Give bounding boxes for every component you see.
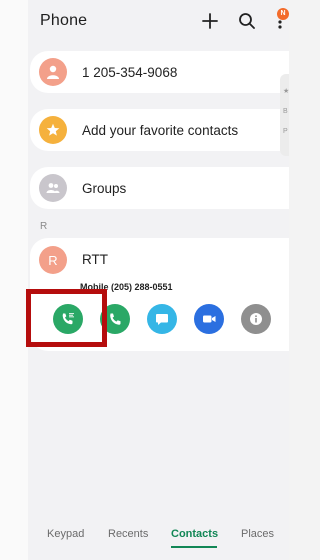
notification-badge: N: [277, 8, 289, 20]
tab-places[interactable]: Places: [241, 528, 274, 540]
tab-contacts[interactable]: Contacts: [171, 528, 218, 540]
contact-number-label: 1 205-354-9068: [82, 65, 178, 80]
star-icon: [46, 123, 60, 136]
groups-label: Groups: [82, 181, 127, 196]
side-panel-peek: ★ B P: [280, 74, 289, 156]
page-title: Phone: [40, 12, 88, 29]
info-icon: [250, 313, 262, 325]
tab-contacts-underline: [171, 546, 217, 548]
highlight-box: [26, 289, 107, 347]
add-icon[interactable]: [199, 10, 221, 32]
phone-app-panel: Phone N 1 205-354-9068 Add your favorite…: [26, 0, 289, 560]
bottom-navigation: Keypad Recents Contacts Places: [28, 528, 289, 552]
top-app-bar: Phone N: [28, 0, 289, 44]
favorites-label: Add your favorite contacts: [82, 123, 239, 138]
favorites-row[interactable]: Add your favorite contacts: [30, 109, 289, 151]
video-icon: [203, 315, 216, 323]
contact-name: RTT: [82, 252, 108, 267]
message-button[interactable]: [147, 304, 177, 334]
tab-keypad[interactable]: Keypad: [47, 528, 84, 540]
info-button[interactable]: [241, 304, 271, 334]
phone-icon: [110, 313, 121, 325]
avatar: [39, 174, 67, 202]
background-strip: [0, 0, 28, 560]
avatar: R: [39, 246, 67, 274]
group-icon: [46, 183, 60, 193]
video-call-button[interactable]: [194, 304, 224, 334]
person-icon: [47, 65, 59, 79]
tab-recents[interactable]: Recents: [108, 528, 148, 540]
contact-row-number[interactable]: 1 205-354-9068: [30, 51, 289, 93]
avatar: [39, 116, 67, 144]
avatar: [39, 58, 67, 86]
message-icon: [156, 314, 168, 325]
search-icon[interactable]: [236, 10, 258, 32]
groups-row[interactable]: Groups: [30, 167, 289, 209]
section-header: R: [40, 221, 48, 232]
